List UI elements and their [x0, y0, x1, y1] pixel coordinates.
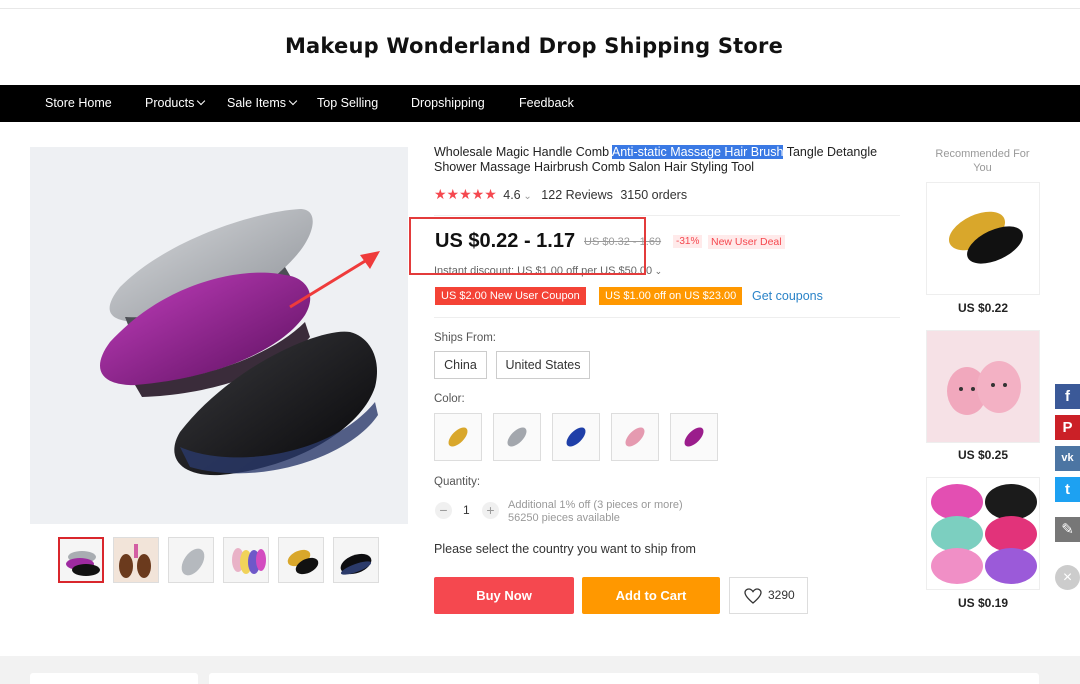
store-title: Makeup Wonderland Drop Shipping Store: [284, 34, 784, 58]
nav-dropshipping[interactable]: Dropshipping: [411, 96, 485, 110]
recommended-item-3[interactable]: [926, 477, 1040, 590]
color-label: Color:: [434, 393, 465, 405]
stock-available-text: 56250 pieces available: [508, 512, 620, 524]
get-coupons-link[interactable]: Get coupons: [752, 289, 823, 303]
nav-store-home[interactable]: Store Home: [45, 96, 112, 110]
thumbnail-4[interactable]: [223, 537, 269, 583]
nav-sale-items[interactable]: Sale Items: [227, 96, 298, 110]
color-swatch-silver[interactable]: [493, 413, 541, 461]
color-swatch-blue[interactable]: [552, 413, 600, 461]
thumbnail-1[interactable]: [58, 537, 104, 583]
recommended-price-3: US $0.19: [957, 596, 1009, 610]
thumbnail-6[interactable]: [333, 537, 379, 583]
ships-from-china[interactable]: China: [434, 351, 487, 379]
top-divider: [0, 8, 1080, 9]
store-coupon[interactable]: US $1.00 off on US $23.00: [599, 287, 743, 305]
nav-products-label: Products: [145, 96, 195, 110]
color-swatch-pink[interactable]: [611, 413, 659, 461]
chevron-down-icon: [197, 96, 206, 106]
bulk-discount-text: Additional 1% off (3 pieces or more): [508, 499, 683, 511]
quantity-decrease-button[interactable]: −: [435, 502, 452, 519]
thumbnail-image: [232, 548, 266, 574]
thumbnail-image: [287, 549, 319, 575]
quantity-increase-button[interactable]: +: [482, 502, 499, 519]
recommended-item-1[interactable]: [926, 182, 1040, 295]
price-highlight-box: [409, 217, 646, 275]
chevron-down-icon: [288, 96, 298, 106]
recommended-title: Recommended For You: [935, 148, 1030, 174]
thumbnail-image: [114, 538, 158, 582]
add-to-cart-button[interactable]: Add to Cart: [582, 577, 720, 614]
facebook-icon[interactable]: f: [1055, 384, 1080, 409]
nav-feedback[interactable]: Feedback: [519, 96, 574, 110]
recommended-price-2: US $0.25: [957, 448, 1009, 462]
pinterest-icon[interactable]: P: [1055, 415, 1080, 440]
edit-icon[interactable]: ✎: [1055, 517, 1080, 542]
star-icon: ★★★★★: [434, 186, 497, 202]
twitter-icon[interactable]: t: [1055, 477, 1080, 502]
close-icon[interactable]: ×: [1055, 565, 1080, 590]
recommended-item-2[interactable]: [926, 330, 1040, 443]
recommended-price-1: US $0.22: [957, 301, 1009, 315]
ships-from-united-states[interactable]: United States: [496, 351, 590, 379]
divider: [434, 215, 900, 216]
swatch-image: [507, 427, 527, 447]
thumbnail-2[interactable]: [113, 537, 159, 583]
swatch-image: [625, 427, 645, 447]
new-user-deal-badge: New User Deal: [708, 235, 785, 249]
main-product-image[interactable]: [30, 147, 408, 524]
ships-from-label: Ships From:: [434, 332, 496, 344]
recommended-image: [927, 331, 1039, 442]
recommended-image: [927, 183, 1039, 294]
footer-content-box: [209, 673, 1039, 684]
product-title-highlight: Anti-static Massage Hair Brush: [611, 145, 784, 159]
quantity-info: Additional 1% off (3 pieces or more) 562…: [508, 499, 683, 525]
reviews-count[interactable]: 122 Reviews: [541, 188, 613, 202]
heart-icon: [744, 588, 762, 604]
store-nav: Store Home Products Sale Items Top Selli…: [0, 85, 1080, 122]
quantity-value[interactable]: 1: [463, 503, 470, 517]
footer-sidebar-box: [30, 673, 198, 684]
divider: [434, 317, 900, 318]
swatch-image: [448, 427, 468, 447]
wishlist-button[interactable]: 3290: [729, 577, 808, 614]
product-image-illustration: [100, 209, 380, 476]
swatch-image: [684, 427, 704, 447]
thumbnail-image: [340, 553, 372, 575]
nav-sale-items-label: Sale Items: [227, 96, 287, 110]
thumbnail-image: [181, 548, 205, 576]
chevron-down-icon: ⌄: [652, 266, 663, 276]
product-title: Wholesale Magic Handle Comb Anti-static …: [434, 145, 900, 175]
new-user-coupon[interactable]: US $2.00 New User Coupon: [435, 287, 586, 305]
rating-value[interactable]: 4.6: [503, 188, 520, 202]
discount-badge: -31%: [673, 235, 703, 248]
wishlist-count: 3290: [768, 588, 795, 602]
orders-count: 3150 orders: [620, 188, 688, 202]
chevron-down-icon: ⌄: [520, 191, 532, 202]
rating-row: ★★★★★ 4.6 ⌄ 122 Reviews 3150 orders: [434, 186, 687, 203]
thumbnail-3[interactable]: [168, 537, 214, 583]
nav-top-selling[interactable]: Top Selling: [317, 96, 378, 110]
buy-now-button[interactable]: Buy Now: [434, 577, 574, 614]
vk-icon[interactable]: vk: [1055, 446, 1080, 471]
product-title-part: Wholesale Magic Handle Comb: [434, 145, 612, 159]
thumbnail-5[interactable]: [278, 537, 324, 583]
nav-products[interactable]: Products: [145, 96, 206, 110]
recommended-image: [927, 478, 1039, 589]
ship-country-note: Please select the country you want to sh…: [434, 542, 696, 556]
quantity-label: Quantity:: [434, 476, 481, 488]
color-swatch-purple[interactable]: [670, 413, 718, 461]
color-swatch-gold[interactable]: [434, 413, 482, 461]
swatch-image: [566, 427, 586, 447]
thumbnail-image: [66, 551, 100, 576]
